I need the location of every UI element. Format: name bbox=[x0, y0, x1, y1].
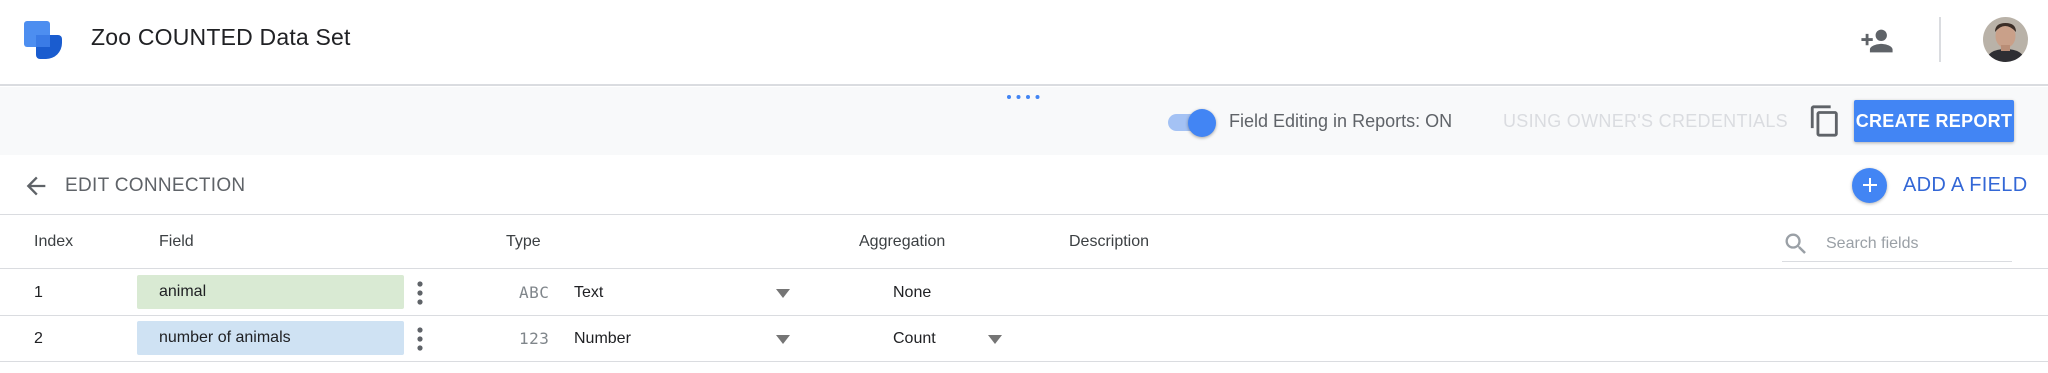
header-index: Index bbox=[34, 233, 74, 250]
row-index: 2 bbox=[34, 330, 43, 347]
aggregation-value: Count bbox=[893, 330, 936, 347]
header-aggregation: Aggregation bbox=[859, 233, 946, 250]
data-source-title[interactable]: Zoo COUNTED Data Set bbox=[91, 24, 351, 51]
add-field-label: ADD A FIELD bbox=[1903, 173, 2028, 196]
header-type: Type bbox=[506, 233, 541, 250]
drag-handle-icon[interactable] bbox=[1005, 92, 1041, 102]
copy-icon[interactable] bbox=[1808, 103, 1842, 139]
table-row: 2 number of animals 123 Number Count bbox=[0, 316, 2048, 362]
person-add-icon[interactable] bbox=[1860, 24, 1894, 58]
plus-icon bbox=[1852, 167, 1887, 203]
header-description: Description bbox=[1069, 233, 1150, 250]
search-icon bbox=[1785, 233, 1806, 254]
field-editing-label: Field Editing in Reports: ON bbox=[1229, 111, 1453, 131]
header-field: Field bbox=[159, 233, 194, 250]
type-value: Text bbox=[574, 284, 604, 301]
back-arrow-icon[interactable] bbox=[22, 172, 50, 200]
toggle-thumb bbox=[1188, 109, 1216, 137]
chevron-down-icon bbox=[988, 335, 1002, 344]
field-name-input[interactable]: number of animals bbox=[137, 321, 404, 355]
aggregation-value: None bbox=[893, 284, 932, 301]
row-index: 1 bbox=[34, 284, 43, 301]
edit-connection-bar: EDIT CONNECTION ADD A FIELD bbox=[0, 155, 2048, 215]
type-value: Number bbox=[574, 330, 631, 347]
user-avatar[interactable] bbox=[1983, 17, 2028, 62]
edit-connection-label[interactable]: EDIT CONNECTION bbox=[65, 175, 245, 197]
chevron-down-icon bbox=[776, 289, 790, 298]
search-fields bbox=[1782, 228, 2012, 262]
data-source-toolbar: Field Editing in Reports: ON USING OWNER… bbox=[0, 87, 2048, 155]
field-editing-toggle[interactable] bbox=[1166, 107, 1218, 137]
search-input[interactable] bbox=[1826, 232, 2006, 256]
fields-table-header: Index Field Type Aggregation Description bbox=[0, 216, 2048, 269]
more-vert-icon[interactable] bbox=[414, 279, 426, 307]
add-field-button[interactable]: ADD A FIELD bbox=[1852, 166, 2027, 204]
data-studio-logo-icon[interactable] bbox=[24, 21, 62, 59]
text-type-icon: ABC bbox=[519, 283, 550, 302]
header-divider bbox=[1939, 17, 1941, 62]
table-row: 1 animal ABC Text None bbox=[0, 270, 2048, 316]
app-bar: Zoo COUNTED Data Set bbox=[0, 0, 2048, 86]
chevron-down-icon bbox=[776, 335, 790, 344]
number-type-icon: 123 bbox=[519, 329, 550, 348]
more-vert-icon[interactable] bbox=[414, 325, 426, 353]
field-name-input[interactable]: animal bbox=[137, 275, 404, 309]
credentials-button[interactable]: USING OWNER'S CREDENTIALS bbox=[1503, 111, 1788, 132]
create-report-button[interactable]: CREATE REPORT bbox=[1854, 100, 2014, 142]
